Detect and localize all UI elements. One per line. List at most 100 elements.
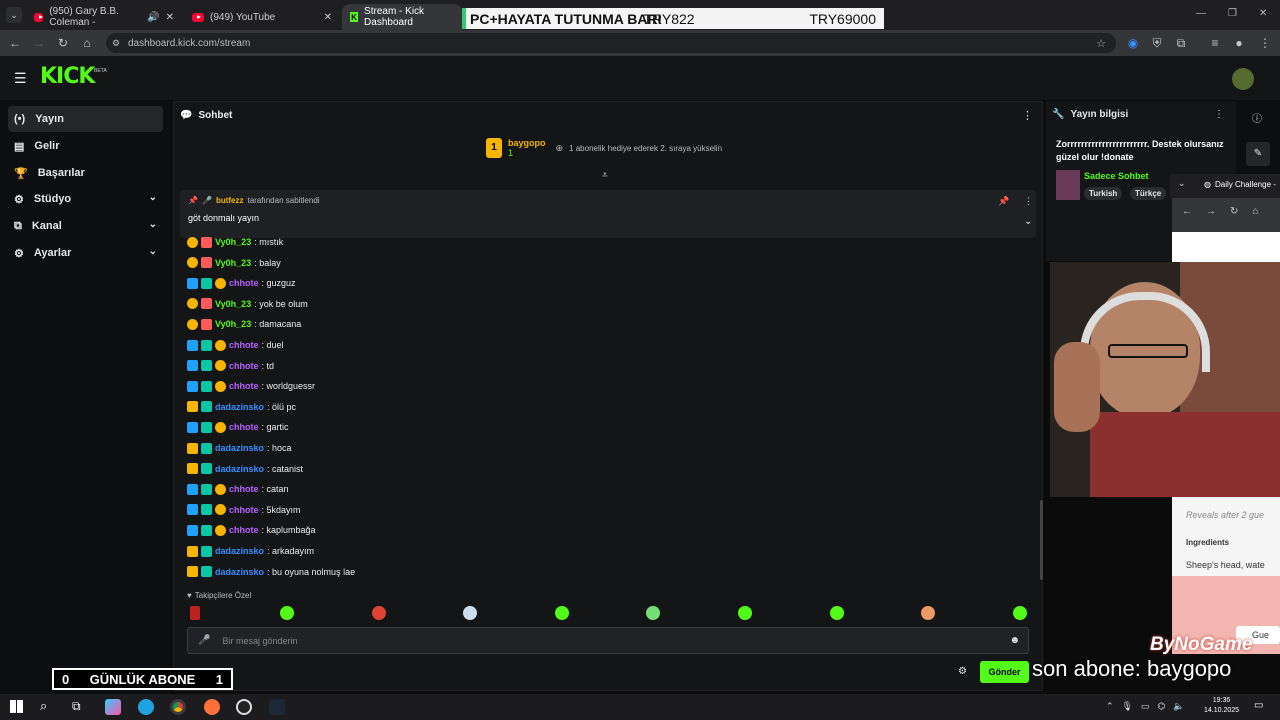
emote[interactable] — [738, 606, 752, 620]
hamburger-menu-icon[interactable]: ☰ — [14, 70, 27, 87]
tab-search-button[interactable]: ⌄ — [6, 7, 22, 23]
chat-username[interactable]: dadazinsko — [215, 464, 264, 474]
chat-username[interactable]: dadazinsko — [215, 443, 264, 453]
emote[interactable] — [372, 606, 386, 620]
shield-icon[interactable]: ⛨ — [1150, 36, 1164, 50]
emote[interactable] — [921, 606, 935, 620]
emote[interactable] — [830, 606, 844, 620]
emote[interactable] — [646, 606, 660, 620]
tag[interactable]: Turkish — [1084, 187, 1123, 200]
close-icon[interactable]: ✕ — [324, 12, 332, 23]
chat-username[interactable]: dadazinsko — [215, 546, 264, 556]
emote[interactable] — [280, 606, 294, 620]
vip-badge-icon — [201, 380, 212, 392]
obs-icon[interactable] — [236, 699, 252, 715]
media-control-icon[interactable]: ≡ — [1208, 36, 1222, 50]
chat-username[interactable]: chhote — [229, 484, 259, 494]
chat-settings-icon[interactable]: ⚙ — [958, 666, 967, 677]
home-icon[interactable]: ⌂ — [80, 36, 94, 50]
sub-counter-right: 1 — [215, 671, 223, 687]
steam-icon[interactable] — [269, 699, 285, 715]
chat-options-icon[interactable]: ⋮ — [1022, 109, 1033, 122]
stream-category[interactable]: Sadece Sohbet — [1084, 171, 1149, 181]
stream-info-options-icon[interactable]: ⋮ — [1214, 109, 1224, 120]
firefox-icon[interactable] — [204, 699, 220, 715]
task-view-icon[interactable]: ⧉ — [72, 699, 81, 714]
menu-icon[interactable]: ⋮ — [1258, 36, 1272, 50]
chat-message: dadazinsko: bu oyuna nolmuş lae — [187, 562, 355, 582]
chat-username[interactable]: dadazinsko — [215, 402, 264, 412]
maximize-button[interactable]: ❐ — [1228, 8, 1237, 19]
reload-icon[interactable]: ↻ — [56, 36, 70, 50]
tab-youtube-1[interactable]: (950) Gary B.B. Coleman - 🔊 ✕ — [26, 4, 182, 30]
puzzle-icon[interactable]: ⧉ — [1174, 36, 1188, 50]
goal-current: TRY822 — [643, 10, 695, 27]
emoji-icon[interactable]: ☻ — [1009, 635, 1020, 646]
search-icon[interactable]: ⌕ — [40, 698, 47, 714]
collapse-leaderboard-icon[interactable]: ⩡ — [602, 170, 608, 181]
chat-username[interactable]: chhote — [229, 278, 259, 288]
emote[interactable] — [463, 606, 477, 620]
emote[interactable] — [555, 606, 569, 620]
chevron-down-icon: ⌄ — [1178, 178, 1186, 188]
chat-username[interactable]: chhote — [229, 340, 259, 350]
tab-youtube-2[interactable]: (949) YouTube ✕ — [184, 4, 340, 30]
sidebar-item-studyo[interactable]: ⚙ Stüdyo ⌄ — [8, 186, 163, 212]
minimize-button[interactable]: — — [1196, 8, 1206, 19]
notification-icon[interactable]: ▭ — [1254, 700, 1263, 711]
user-avatar[interactable] — [1232, 68, 1254, 90]
chat-username[interactable]: chhote — [229, 505, 259, 515]
chat-username[interactable]: Vy0h_23 — [215, 319, 251, 329]
chat-username[interactable]: Vy0h_23 — [215, 237, 251, 247]
copilot-icon[interactable] — [105, 699, 121, 715]
edge-icon[interactable] — [138, 699, 154, 715]
sidebar-item-yayin[interactable]: (•) Yayın — [8, 106, 163, 132]
forward-icon[interactable]: → — [32, 36, 46, 50]
chevron-down-icon[interactable]: ⌄ — [1024, 216, 1032, 227]
site-info-icon[interactable]: ⚙ — [112, 38, 120, 49]
extension-icon[interactable]: ◉ — [1126, 36, 1140, 50]
chat-input-box[interactable]: 🎤 Bir mesaj gönderin ☻ — [187, 627, 1029, 654]
windows-start-icon[interactable] — [10, 700, 23, 713]
chat-username[interactable]: chhote — [229, 361, 259, 371]
daily-sub-counter: 0 GÜNLÜK ABONE 1 — [52, 668, 233, 690]
chat-scrollbar[interactable] — [1040, 500, 1043, 580]
clock[interactable]: 19:36 14.10.2025 — [1204, 696, 1239, 716]
close-window-button[interactable]: ✕ — [1259, 8, 1267, 19]
pinned-options-icon[interactable]: ⋮ — [1024, 196, 1033, 207]
battery-icon[interactable]: ▭ — [1141, 701, 1150, 712]
emote[interactable] — [1013, 606, 1027, 620]
chat-username[interactable]: Vy0h_23 — [215, 299, 251, 309]
edit-icon[interactable]: ✎ — [1246, 142, 1270, 166]
mic-icon[interactable]: 🎙 — [1122, 701, 1133, 712]
sidebar-item-kanal[interactable]: ⧉ Kanal ⌄ — [8, 213, 163, 239]
emote[interactable] — [190, 606, 200, 620]
chat-username[interactable]: chhote — [229, 381, 259, 391]
sidebar-item-ayarlar[interactable]: ⚙ Ayarlar ⌄ — [8, 240, 163, 266]
mic-icon[interactable]: 🎤 — [198, 635, 210, 646]
address-bar[interactable]: ⚙ dashboard.kick.com/stream ☆ — [106, 33, 1116, 53]
gift-badge-icon — [201, 257, 212, 269]
unpin-icon[interactable]: 📌 — [998, 196, 1009, 207]
chat-username[interactable]: Vy0h_23 — [215, 258, 251, 268]
chevron-up-icon[interactable]: ⌃ — [1106, 701, 1114, 712]
chat-message: chhote: worldguessr — [187, 376, 315, 396]
tag[interactable]: Türkçe — [1130, 187, 1167, 200]
back-icon[interactable]: ← — [8, 36, 22, 50]
network-icon[interactable]: ⌬ — [1158, 701, 1166, 712]
profile-icon[interactable]: ● — [1232, 36, 1246, 50]
sidebar-item-basarilar[interactable]: 🏆 Başarılar — [8, 160, 163, 186]
chat-message: dadazinsko: hoca — [187, 438, 292, 458]
chat-username[interactable]: dadazinsko — [215, 567, 264, 577]
chat-username[interactable]: chhote — [229, 422, 259, 432]
bookmark-star-icon[interactable]: ☆ — [1096, 37, 1106, 50]
close-icon[interactable]: ✕ — [166, 12, 174, 23]
send-button[interactable]: Gönder — [980, 661, 1029, 683]
sidebar-item-gelir[interactable]: ▤ Gelir — [8, 133, 163, 159]
chrome-icon[interactable] — [170, 699, 186, 715]
volume-icon[interactable]: 🔈 — [1173, 701, 1184, 712]
info-icon[interactable]: ⓘ — [1252, 110, 1262, 125]
kick-logo[interactable]: KICK — [40, 64, 95, 89]
tab-kick-dashboard[interactable]: K Stream - Kick Dashboard — [342, 4, 462, 30]
chat-username[interactable]: chhote — [229, 525, 259, 535]
